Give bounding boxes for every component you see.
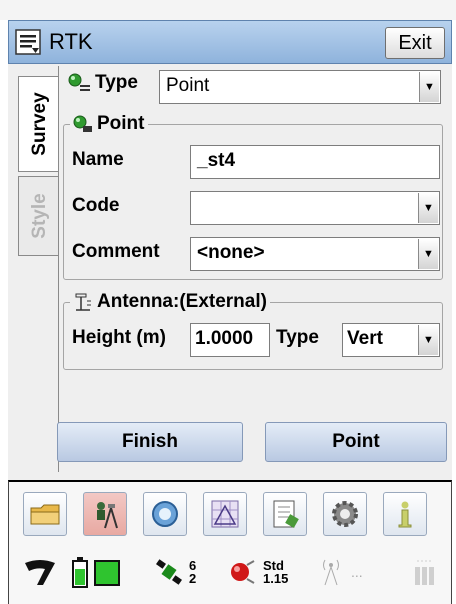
exit-button[interactable]: Exit <box>385 27 445 59</box>
name-field[interactable]: _st4 <box>190 145 440 179</box>
precision-value: 1.15 <box>263 571 289 586</box>
code-select[interactable]: ▼ <box>190 191 440 225</box>
radio-text: ... <box>351 564 363 580</box>
bottom-toolbar: 6 2 Std 1.15 ... <box>8 480 452 604</box>
height-label: Height (m) <box>72 327 166 348</box>
chevron-down-icon[interactable]: ▼ <box>418 325 438 355</box>
satellite-status: 6 2 <box>155 552 196 592</box>
name-value: _st4 <box>197 150 236 171</box>
signal-bars-icon <box>413 552 437 592</box>
type-value: Point <box>166 75 210 96</box>
comment-label: Comment <box>72 241 160 262</box>
gear-icon[interactable] <box>323 492 367 536</box>
tab-style[interactable]: Style <box>18 176 60 256</box>
type-label: Type <box>95 72 138 93</box>
point-type-icon <box>68 73 90 91</box>
menu-list-icon[interactable] <box>15 29 41 55</box>
height-field[interactable]: 1.0000 <box>190 323 270 357</box>
map-grid-icon[interactable] <box>203 492 247 536</box>
radio-antenna-icon <box>323 559 339 586</box>
point-group-title: Point <box>70 113 148 135</box>
antenna-group-label: Antenna:(External) <box>97 291 267 312</box>
folder-icon[interactable] <box>23 492 67 536</box>
tab-style-label: Style <box>28 193 50 239</box>
antenna-type-select[interactable]: Vert ▼ <box>342 323 440 357</box>
comment-value: <none> <box>197 242 265 263</box>
comment-select[interactable]: <none> ▼ <box>190 237 440 271</box>
height-value: 1.0000 <box>195 328 254 349</box>
window-title: RTK <box>49 29 93 54</box>
top-strip <box>0 0 456 20</box>
antenna-icon <box>75 293 91 311</box>
notebook-icon[interactable] <box>263 492 307 536</box>
main-content: Survey Style Type Point ▼ Point Name _st… <box>8 64 452 480</box>
chevron-down-icon[interactable]: ▼ <box>419 72 439 102</box>
tab-survey[interactable]: Survey <box>18 76 60 172</box>
point-group: Point Name _st4 Code ▼ Comment <none> ▼ <box>63 113 443 280</box>
satellites-bottom: 2 <box>189 571 197 586</box>
tab-survey-label: Survey <box>28 92 50 156</box>
magnifier-icon[interactable] <box>143 492 187 536</box>
title-bar: RTK Exit <box>8 20 452 64</box>
battery-icon <box>71 552 123 592</box>
antenna-type-value: Vert <box>347 328 383 349</box>
radio-status: ... <box>319 552 363 592</box>
point-icon <box>73 115 92 132</box>
surveyor-tripod-icon[interactable] <box>83 492 127 536</box>
survey-panel: Type Point ▼ Point Name _st4 Code ▼ Comm… <box>57 66 450 472</box>
antenna-group: Antenna:(External) Height (m) 1.0000 Typ… <box>63 291 443 370</box>
point-button[interactable]: Point <box>265 422 447 462</box>
name-label: Name <box>72 149 124 170</box>
chevron-down-icon[interactable]: ▼ <box>418 193 438 223</box>
precision-status: Std 1.15 <box>227 552 288 592</box>
antenna-type-label: Type <box>276 327 319 348</box>
chevron-down-icon[interactable]: ▼ <box>418 239 438 269</box>
antenna-group-title: Antenna:(External) <box>70 291 270 313</box>
receiver-icon <box>231 560 255 584</box>
code-label: Code <box>72 195 120 216</box>
type-select[interactable]: Point ▼ <box>159 70 441 104</box>
info-icon[interactable] <box>383 492 427 536</box>
satellite-icon <box>156 559 182 585</box>
finish-button[interactable]: Finish <box>57 422 243 462</box>
point-group-label: Point <box>97 113 145 134</box>
trimble-logo-icon <box>21 552 59 592</box>
